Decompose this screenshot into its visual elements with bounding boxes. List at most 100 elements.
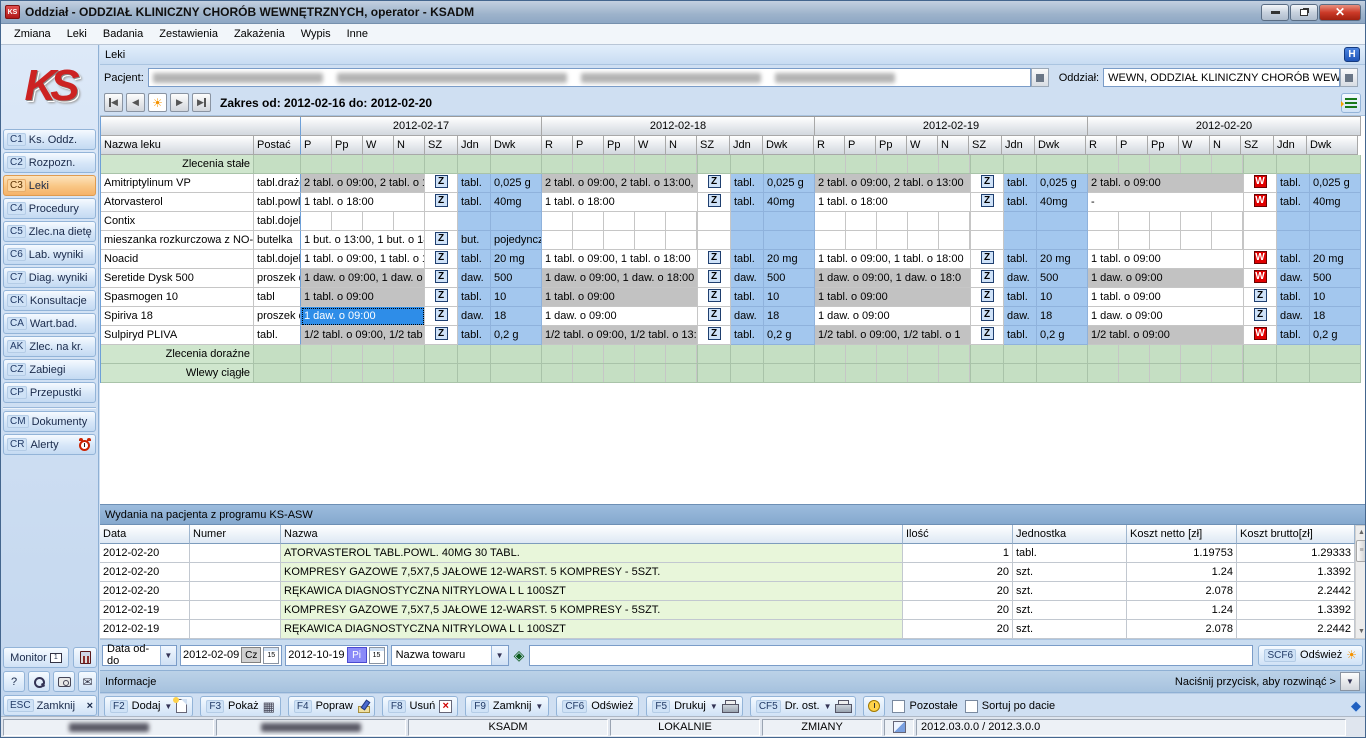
sidebar-item-zabiegi[interactable]: CZZabiegi [3,359,96,380]
sidebar-item-ks-oddz[interactable]: C1Ks. Oddz. [3,129,96,150]
drug-form[interactable]: tabl [254,288,301,307]
dwk-cell[interactable]: 500 [1310,269,1361,288]
issues-column-header-nazwa[interactable]: Nazwa [281,525,903,544]
date-header[interactable]: 2012-02-17 [301,117,542,136]
schedule-cell[interactable] [301,212,425,231]
schedule-cell[interactable]: 1 daw. o 09:00, 1 daw. o 18:00 [542,269,698,288]
toolbar-button-od-wie[interactable]: CF6Odśwież [556,696,639,717]
dwk-cell[interactable]: 40mg [764,193,815,212]
dwk-cell[interactable]: 18 [491,307,542,326]
schedule-cell[interactable]: 2 tabl. o 09:00, 2 tabl. o 13:00, 2 [542,174,698,193]
checkbox-box[interactable] [892,700,905,713]
sz-cell[interactable]: Z [698,174,731,193]
sidebar-item-dokumenty[interactable]: CMDokumenty [3,411,96,432]
menu-item-leki[interactable]: Leki [60,26,94,42]
jdn-cell[interactable] [731,231,764,250]
sz-cell[interactable] [1244,212,1277,231]
issues-vertical-scrollbar[interactable]: ▲ ≡ ▼ [1355,525,1366,639]
jdn-cell[interactable] [1004,231,1037,250]
drug-name[interactable]: mieszanka rozkurczowa z NO-S [101,231,254,250]
jdn-cell[interactable]: daw. [1004,269,1037,288]
jdn-cell[interactable]: tabl. [1277,193,1310,212]
sz-cell[interactable]: Z [425,288,458,307]
dwk-cell[interactable]: 10 [1310,288,1361,307]
jdn-cell[interactable]: tabl. [731,250,764,269]
drug-form[interactable]: tabl.dojelit [254,250,301,269]
checkbox-sortuj-po-dacie[interactable]: Sortuj po dacie [965,700,1055,713]
drug-name[interactable]: Seretide Dysk 500 [101,269,254,288]
sz-cell[interactable] [698,212,731,231]
jdn-cell[interactable]: tabl. [458,250,491,269]
sz-cell[interactable]: Z [971,174,1004,193]
sz-cell[interactable]: Z [1244,307,1277,326]
sz-cell[interactable]: Z [1244,288,1277,307]
drug-name[interactable]: Atorvasterol [101,193,254,212]
jdn-cell[interactable] [1277,212,1310,231]
dwk-cell[interactable] [764,212,815,231]
sidebar-item-lab-wyniki[interactable]: C6Lab. wyniki [3,244,96,265]
drug-form[interactable]: tabl.drażo [254,174,301,193]
jdn-cell[interactable]: tabl. [731,326,764,345]
schedule-cell[interactable]: 2 tabl. o 09:00, 2 tabl. o 1 [301,174,425,193]
next-page-button[interactable]: ▶ [170,93,189,112]
dwk-cell[interactable]: pojedyncza [491,231,542,250]
jdn-cell[interactable]: daw. [1277,307,1310,326]
schedule-cell[interactable]: 1 tabl. o 09:00 [301,288,425,307]
dwk-cell[interactable]: 18 [764,307,815,326]
calendar-button[interactable]: ☀ [148,93,167,112]
dwk-cell[interactable] [1310,212,1361,231]
sidebar-item-przepustki[interactable]: CPPrzepustki [3,382,96,403]
sidebar-item-wart-bad[interactable]: CAWart.bad. [3,313,96,334]
sz-cell[interactable] [1244,231,1277,250]
issues-row[interactable]: 2012-02-20RĘKAWICA DIAGNOSTYCZNA NITRYLO… [100,582,1355,601]
jdn-cell[interactable]: daw. [458,269,491,288]
help-button[interactable]: ? [3,671,25,692]
search-button[interactable] [28,671,50,692]
dwk-cell[interactable]: 10 [764,288,815,307]
sz-cell[interactable]: Z [425,326,458,345]
dwk-cell[interactable] [1310,231,1361,250]
dwk-cell[interactable] [1037,212,1088,231]
schedule-cell[interactable]: 1 tabl. o 09:00, 1 tabl. o 1 [301,250,425,269]
schedule-cell[interactable] [1088,231,1244,250]
schedule-cell[interactable]: 1/2 tabl. o 09:00 [1088,326,1244,345]
schedule-cell[interactable]: 1 daw. o 09:00 [542,307,698,326]
date-from-field[interactable]: 2012-02-09 Cz 15 [180,645,282,666]
jdn-cell[interactable]: but. [458,231,491,250]
jdn-cell[interactable]: tabl. [1277,250,1310,269]
sz-cell[interactable] [971,231,1004,250]
schedule-cell[interactable]: 1 tabl. o 09:00, 1 tabl. o 18:00 [815,250,971,269]
toolbar-button-poka[interactable]: F3Pokaż▦ [200,696,281,717]
jdn-cell[interactable]: tabl. [1004,193,1037,212]
ward-picker-button[interactable] [1340,68,1358,87]
dwk-cell[interactable]: 0,025 g [1310,174,1361,193]
sidebar-item-rozpozn[interactable]: C2Rozpozn. [3,152,96,173]
issues-column-header-jednostka[interactable]: Jednostka [1013,525,1127,544]
dwk-cell[interactable]: 0,025 g [1037,174,1088,193]
schedule-cell[interactable]: 1/2 tabl. o 09:00, 1/2 tabl. o 1 [815,326,971,345]
issues-row[interactable]: 2012-02-20ATORVASTEROL TABL.POWL. 40MG 3… [100,544,1355,563]
sidebar-item-procedury[interactable]: C4Procedury [3,198,96,219]
sz-cell[interactable]: Z [698,307,731,326]
dwk-cell[interactable]: 500 [491,269,542,288]
drug-form[interactable]: proszek d [254,307,301,326]
jdn-cell[interactable]: daw. [1277,269,1310,288]
dwk-cell[interactable]: 20 mg [1310,250,1361,269]
drug-name[interactable]: Contix [101,212,254,231]
drug-name[interactable]: Spiriva 18 [101,307,254,326]
history-clock-button[interactable] [863,696,885,717]
calculator-button[interactable] [73,647,97,668]
schedule-cell[interactable]: 1 tabl. o 09:00, 1 tabl. o 18:00 [542,250,698,269]
sz-cell[interactable]: Z [971,193,1004,212]
jdn-cell[interactable]: tabl. [1277,174,1310,193]
sz-cell[interactable]: W [1244,326,1277,345]
toolbar-button-drukuj[interactable]: F5Drukuj▼ [646,696,742,717]
drug-name[interactable]: Noacid [101,250,254,269]
dwk-cell[interactable]: 500 [1037,269,1088,288]
dwk-cell[interactable]: 0,025 g [491,174,542,193]
last-page-button[interactable]: ▶ [192,93,211,112]
jdn-cell[interactable]: tabl. [458,326,491,345]
schedule-cell[interactable] [815,231,971,250]
expand-button[interactable]: ▼ [1340,672,1360,691]
drug-form[interactable]: tabl. [254,326,301,345]
